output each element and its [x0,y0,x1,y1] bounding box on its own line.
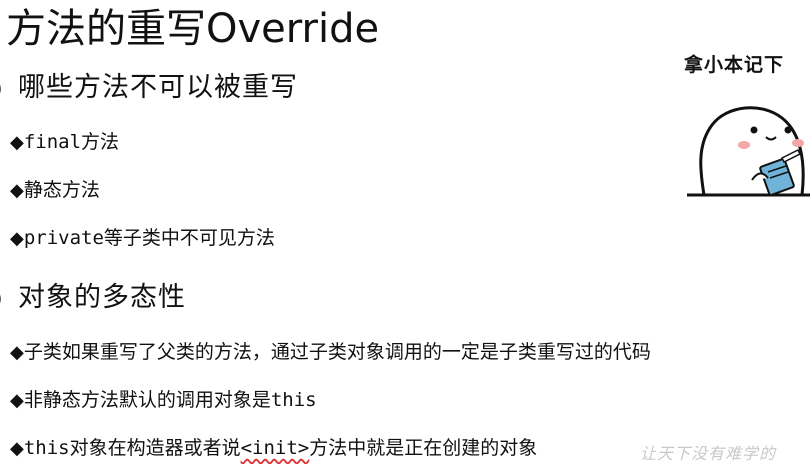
list-item: ◆子类如果重写了父类的方法，通过子类对象调用的一定是子类重写过的代码 [10,339,651,366]
sticker: 拿小本记下 [682,50,810,205]
init-keyword: <init> [240,437,310,459]
list-item-text: 静态方法 [23,179,100,201]
list-item: ◆final方法 [10,129,119,156]
list-item: ◆this对象在构造器或者说<init>方法中就是正在创建的对象 [10,435,537,462]
watermark: 让天下没有难学的 [640,444,777,463]
slide-title: 方法的重写Override [6,6,380,52]
list-item-text: 子类如果重写了父类的方法，通过子类对象调用的一定是子类重写过的代码 [23,341,651,363]
list-item: ◆private等子类中不可见方法 [10,225,275,252]
diamond-bullet-icon: ◆ [10,342,24,363]
list-item-text: 非静态方法默认的调用对象是this [23,389,317,411]
list-item-text-before: this对象在构造器或者说 [23,437,241,459]
diamond-bullet-icon: ◆ [10,390,24,411]
section-heading-2: )对象的多态性 [0,281,186,317]
diamond-bullet-icon: ◆ [10,438,24,459]
list-item: ◆静态方法 [10,177,100,204]
note-taking-character-icon [687,106,810,197]
list-item-text-after: 方法中就是正在创建的对象 [309,437,538,459]
diamond-bullet-icon: ◆ [10,132,24,153]
diamond-bullet-icon: ◆ [10,180,24,201]
list-item: ◆非静态方法默认的调用对象是this [10,387,317,414]
list-item-text: private等子类中不可见方法 [23,227,275,249]
diamond-bullet-icon: ◆ [10,228,24,249]
section-heading-text: 对象的多态性 [18,282,186,313]
section-marker: ) [0,73,18,107]
list-item-text: final方法 [23,131,120,153]
section-heading-1: )哪些方法不可以被重写 [0,71,298,107]
section-heading-text: 哪些方法不可以被重写 [18,72,298,103]
section-marker: ) [0,283,18,317]
